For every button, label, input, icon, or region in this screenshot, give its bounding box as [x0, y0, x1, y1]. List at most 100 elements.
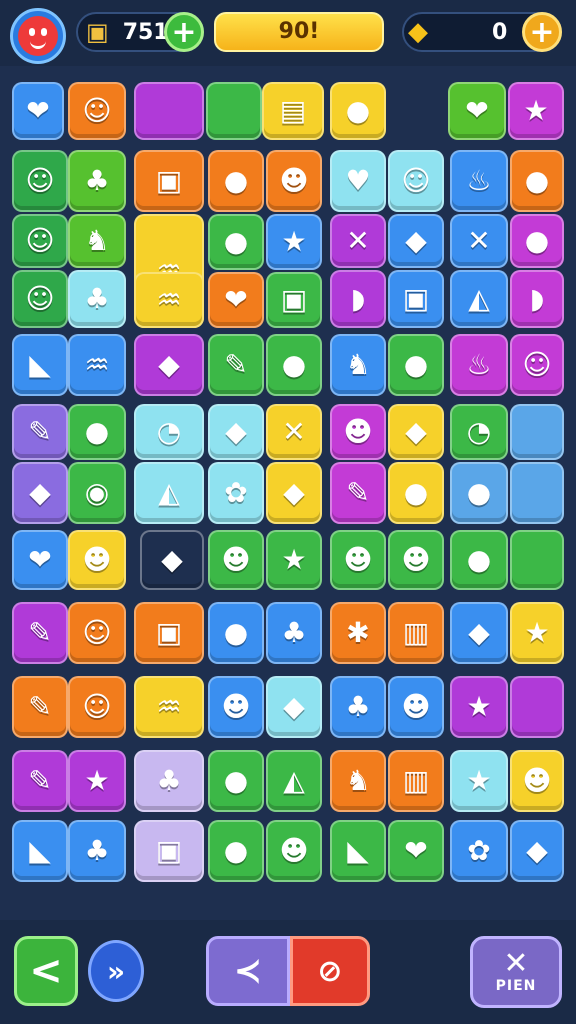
tile[interactable]: ◭ — [266, 750, 322, 812]
tile[interactable]: ● — [208, 820, 264, 882]
tile[interactable]: ★ — [450, 676, 508, 738]
tile[interactable]: ♒ — [134, 676, 204, 738]
tile[interactable]: ☺ — [68, 676, 126, 738]
tile[interactable] — [510, 404, 564, 460]
tile[interactable]: ☺ — [510, 334, 564, 396]
tile[interactable]: ☻ — [510, 750, 564, 812]
tile[interactable]: ◆ — [208, 404, 264, 460]
tile[interactable]: ◆ — [388, 404, 444, 460]
tile[interactable] — [510, 462, 564, 524]
tile[interactable]: ☺ — [68, 602, 126, 664]
tile[interactable]: ◔ — [450, 404, 508, 460]
tile[interactable]: ♥ — [330, 150, 386, 212]
tile[interactable]: ▥ — [388, 602, 444, 664]
tile[interactable]: ☻ — [330, 404, 386, 460]
tile[interactable]: ✕ — [266, 404, 322, 460]
close-button[interactable]: ✕ PIEN — [470, 936, 562, 1008]
tile[interactable]: ☺ — [12, 214, 68, 268]
tile[interactable]: ● — [208, 150, 264, 212]
tile[interactable]: ✎ — [12, 404, 68, 460]
tile[interactable]: ▥ — [388, 750, 444, 812]
tile[interactable]: ● — [208, 750, 264, 812]
tile[interactable]: ♣ — [68, 270, 126, 328]
tile[interactable]: ☻ — [208, 530, 264, 590]
hint-button[interactable]: ⊘ — [290, 936, 370, 1006]
tile[interactable]: ♣ — [134, 750, 204, 812]
tile[interactable]: ☻ — [208, 676, 264, 738]
tile[interactable] — [134, 82, 204, 140]
fast-forward-button[interactable]: » — [88, 940, 144, 1002]
tile[interactable]: ● — [330, 82, 386, 140]
tile[interactable]: ▤ — [262, 82, 324, 140]
tile[interactable]: ▣ — [134, 820, 204, 882]
tile[interactable]: ♒ — [134, 272, 204, 328]
tile[interactable]: ☻ — [68, 530, 126, 590]
tile[interactable]: ☻ — [388, 676, 444, 738]
tile[interactable]: ▣ — [134, 150, 204, 212]
tile[interactable]: ◆ — [388, 214, 444, 268]
tile[interactable]: ✎ — [208, 334, 264, 396]
tile[interactable]: ❤ — [448, 82, 506, 140]
back-button[interactable]: < — [14, 936, 78, 1006]
tile[interactable]: ◆ — [266, 462, 322, 524]
tile[interactable]: ◆ — [134, 334, 204, 396]
tile[interactable]: ✱ — [330, 602, 386, 664]
tile[interactable]: ◉ — [68, 462, 126, 524]
tile[interactable]: ★ — [266, 214, 322, 270]
tile[interactable]: ☻ — [388, 530, 444, 590]
tile[interactable]: ❤ — [208, 272, 264, 328]
tile[interactable]: ✎ — [330, 462, 386, 524]
tile[interactable]: ☻ — [330, 530, 386, 590]
tile[interactable]: ● — [510, 214, 564, 268]
tile[interactable]: ♒ — [68, 334, 126, 396]
tile[interactable]: ● — [450, 530, 508, 590]
add-stars-button[interactable]: + — [522, 12, 562, 52]
tile[interactable]: ☻ — [266, 820, 322, 882]
tile[interactable]: ☻ — [266, 150, 322, 212]
tile[interactable] — [510, 676, 564, 738]
tile[interactable]: ★ — [68, 750, 126, 812]
tile[interactable]: ✕ — [450, 214, 508, 268]
tile[interactable]: ❤ — [12, 82, 64, 140]
tile[interactable]: ▣ — [266, 272, 322, 328]
tile[interactable]: ● — [208, 214, 264, 270]
tile[interactable]: ◣ — [12, 820, 68, 882]
tile[interactable]: ● — [68, 404, 126, 460]
tile[interactable]: ♣ — [68, 820, 126, 882]
tile[interactable]: ❤ — [388, 820, 444, 882]
share-button[interactable]: ≺ — [206, 936, 290, 1006]
tile[interactable]: ● — [450, 462, 508, 524]
tile[interactable]: ◗ — [510, 270, 564, 328]
tile[interactable]: ✕ — [330, 214, 386, 268]
tile[interactable]: ● — [208, 602, 264, 664]
tile[interactable]: ◆ — [12, 462, 68, 524]
tile[interactable]: ▣ — [134, 602, 204, 664]
tile[interactable]: ★ — [510, 602, 564, 664]
tile[interactable]: ◆ — [450, 602, 508, 664]
tile[interactable]: ☺ — [12, 150, 68, 212]
tile[interactable]: ✿ — [208, 462, 264, 524]
tile[interactable]: ♣ — [330, 676, 386, 738]
tile[interactable]: ● — [510, 150, 564, 212]
tile[interactable]: ☺ — [388, 150, 444, 212]
tile[interactable]: ♨ — [450, 334, 508, 396]
tile[interactable]: ● — [388, 462, 444, 524]
tile[interactable]: ● — [266, 334, 322, 396]
tile[interactable]: ▣ — [388, 270, 444, 328]
add-coins-button[interactable]: + — [164, 12, 204, 52]
tile[interactable] — [510, 530, 564, 590]
tile[interactable]: ✿ — [450, 820, 508, 882]
tile[interactable]: ♞ — [330, 334, 386, 396]
tile[interactable]: ◭ — [450, 270, 508, 328]
tile[interactable]: ☺ — [68, 82, 126, 140]
tile[interactable]: ✎ — [12, 676, 68, 738]
tile[interactable]: ◣ — [12, 334, 68, 396]
tile[interactable]: ♞ — [68, 214, 126, 268]
tile[interactable]: ◔ — [134, 404, 204, 460]
tile[interactable]: ♣ — [68, 150, 126, 212]
tile[interactable]: ● — [388, 334, 444, 396]
tile[interactable]: ♨ — [450, 150, 508, 212]
avatar[interactable] — [10, 8, 66, 64]
tile[interactable]: ◆ — [510, 820, 564, 882]
tile[interactable]: ★ — [508, 82, 564, 140]
